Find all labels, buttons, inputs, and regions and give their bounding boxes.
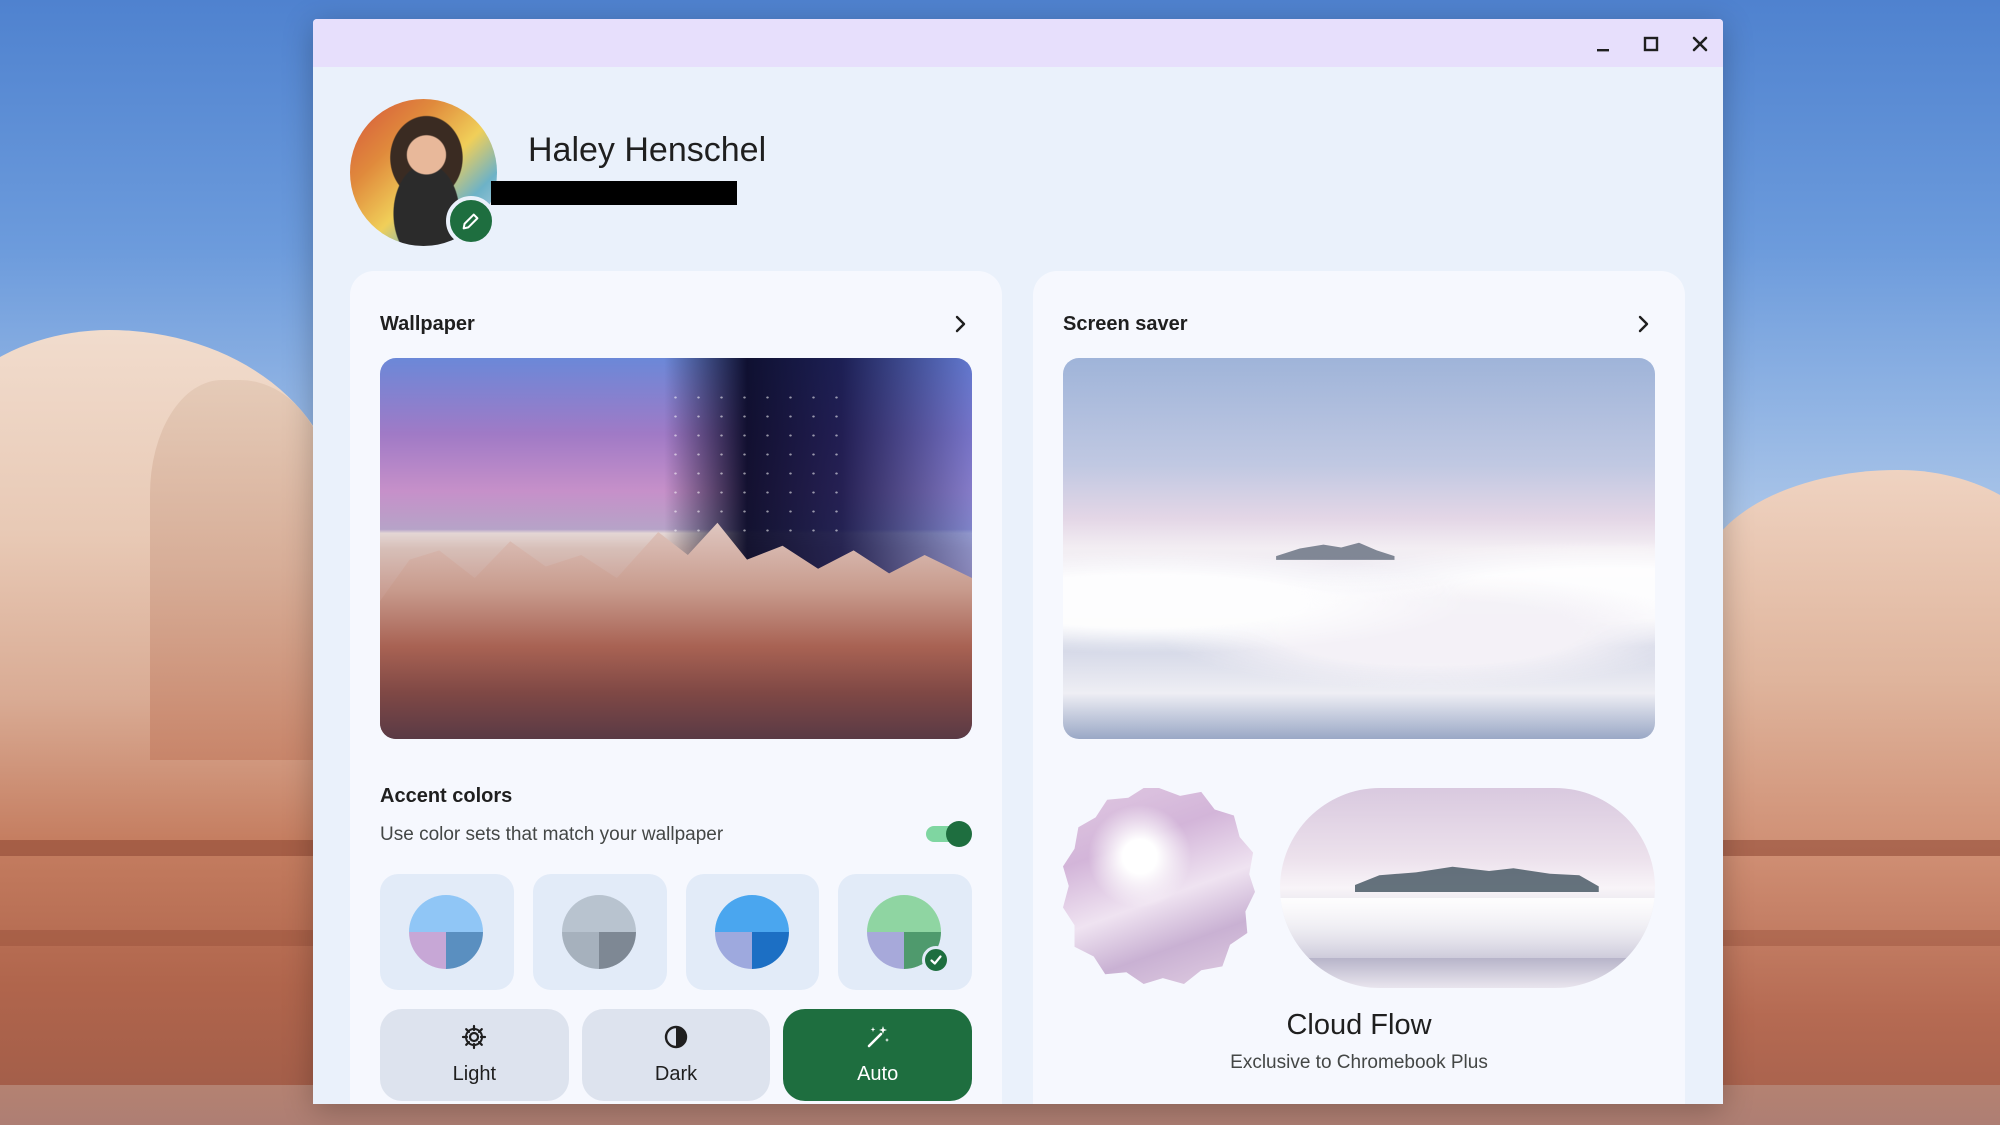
screen-saver-subtitle: Exclusive to Chromebook Plus [1230, 1052, 1488, 1073]
color-swatch[interactable] [380, 874, 514, 990]
rock-formation [380, 522, 972, 739]
stars [664, 388, 842, 541]
color-swatches [380, 874, 972, 990]
cloud-flow-shape-pill [1280, 788, 1655, 988]
color-swatch-circle [409, 895, 483, 969]
accent-colors-title: Accent colors [380, 785, 513, 807]
auto-mode-label: Auto [857, 1063, 899, 1085]
redacted-email [491, 181, 737, 205]
close-icon [1692, 36, 1708, 52]
wallpaper-rock-left-small [150, 380, 330, 760]
wallpaper-title: Wallpaper [380, 313, 475, 335]
color-swatch[interactable] [838, 874, 972, 990]
dark-mode-label: Dark [654, 1063, 698, 1085]
fog [1280, 898, 1655, 958]
maximize-icon [1643, 36, 1659, 52]
light-mode-button[interactable]: Light [380, 1009, 569, 1101]
wallpaper-rock-right [1700, 470, 2000, 1125]
screen-saver-name: Cloud Flow [1286, 1009, 1432, 1041]
screen-saver-card: Screen saver Cloud Flow Exclusive to Chr… [1033, 271, 1685, 1104]
color-swatch-circle [714, 895, 789, 969]
color-swatch[interactable] [685, 874, 820, 990]
magic-wand-icon [864, 1023, 892, 1051]
mountain-peak [1355, 866, 1599, 892]
edit-avatar-button[interactable] [446, 196, 496, 246]
color-swatch[interactable] [532, 874, 667, 990]
screen-saver-title: Screen saver [1063, 313, 1188, 335]
close-button[interactable] [1687, 31, 1713, 57]
screen-saver-preview[interactable] [1063, 358, 1655, 739]
personalization-window: Haley Henschel Wallpaper Accent colors U… [313, 19, 1723, 1104]
pencil-icon [462, 213, 479, 230]
gear-icon [460, 1023, 488, 1051]
minimize-icon [1597, 49, 1609, 52]
cloud-layer [1063, 540, 1655, 694]
maximize-button[interactable] [1638, 31, 1664, 57]
match-wallpaper-toggle[interactable] [924, 821, 972, 847]
chevron-right-icon [1631, 312, 1655, 336]
chevron-right-icon [948, 312, 972, 336]
screen-saver-header[interactable]: Screen saver [1063, 309, 1655, 339]
theme-mode-selector: Light Dark Auto [380, 1009, 973, 1101]
title-bar [313, 19, 1723, 67]
auto-mode-button[interactable]: Auto [783, 1009, 973, 1101]
minimize-button[interactable] [1590, 31, 1616, 57]
color-swatch-circle [561, 895, 636, 969]
contrast-icon [662, 1023, 690, 1051]
dark-mode-button[interactable]: Dark [581, 1009, 771, 1101]
light-mode-label: Light [452, 1063, 497, 1085]
cloud-flow-shape-scalloped [1063, 788, 1255, 984]
checkmark-icon [922, 946, 951, 974]
wallpaper-card: Wallpaper Accent colors Use color sets t… [350, 271, 1002, 1104]
toggle-thumb [946, 821, 972, 847]
wallpaper-preview[interactable] [380, 358, 972, 739]
wallpaper-header[interactable]: Wallpaper [380, 309, 972, 339]
user-name: Haley Henschel [528, 131, 767, 169]
accent-colors-description: Use color sets that match your wallpaper [380, 824, 724, 845]
